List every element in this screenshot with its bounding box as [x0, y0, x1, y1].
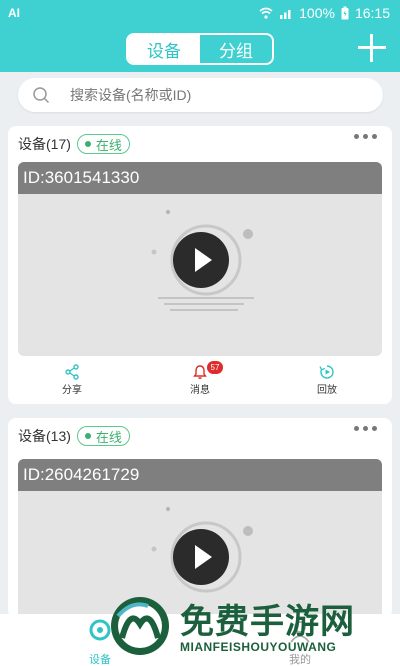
- tab-devices[interactable]: 设备: [128, 35, 200, 63]
- device-actions: 分享 57 消息 回放: [8, 361, 392, 404]
- search-icon: [33, 87, 50, 104]
- more-options-icon[interactable]: [354, 134, 378, 144]
- battery-percent: 100%: [299, 5, 335, 21]
- play-button[interactable]: [173, 529, 229, 585]
- device-card-header: 设备(17) 在线: [18, 132, 130, 156]
- wifi-icon: [259, 7, 273, 19]
- device-title: 设备(17): [18, 136, 71, 152]
- status-time: 16:15: [354, 5, 390, 21]
- online-dot-icon: [84, 433, 91, 439]
- status-badge: 在线: [76, 134, 130, 154]
- share-button[interactable]: 分享: [42, 364, 102, 396]
- device-id-label: ID:2604261729: [18, 459, 382, 491]
- device-id-label: ID:3601541330: [18, 162, 382, 194]
- status-bar: AI 100% 16:15: [0, 0, 400, 28]
- search-input[interactable]: [70, 78, 370, 112]
- watermark-subtext: MIANFEISHOUYOUWANG: [180, 640, 337, 654]
- bell-icon: [193, 365, 207, 379]
- share-label: 分享: [62, 385, 82, 396]
- watermark-text: 免费手游网: [180, 602, 355, 642]
- messages-button[interactable]: 57 消息: [170, 361, 230, 396]
- add-device-button[interactable]: [358, 34, 386, 62]
- status-label: 在线: [95, 137, 122, 153]
- online-dot-icon: [84, 141, 91, 147]
- status-badge: 在线: [76, 426, 130, 446]
- playback-icon: [319, 365, 334, 379]
- device-card: 设备(17) 在线 ID:3601541330 分享 57 消息 回放: [8, 126, 392, 404]
- search-bar: [18, 78, 383, 112]
- battery-icon: [341, 6, 349, 20]
- device-card-header: 设备(13) 在线: [18, 424, 130, 448]
- share-icon: [65, 364, 79, 380]
- status-right: 100% 16:15: [259, 5, 390, 21]
- playback-button[interactable]: 回放: [297, 364, 357, 396]
- watermark: 免费手游网 MIANFEISHOUYOUWANG: [100, 588, 400, 666]
- watermark-logo-icon: [111, 597, 169, 655]
- messages-label: 消息: [190, 385, 210, 396]
- status-label: 在线: [95, 429, 122, 445]
- play-button[interactable]: [173, 232, 229, 288]
- more-options-icon[interactable]: [354, 426, 378, 436]
- device-title: 设备(13): [18, 428, 71, 444]
- view-switcher: 设备 分组: [126, 33, 274, 65]
- tab-groups[interactable]: 分组: [200, 35, 272, 63]
- message-count-badge: 57: [207, 361, 223, 374]
- status-app-label: AI: [8, 6, 20, 20]
- video-preview[interactable]: ID:3601541330: [18, 162, 382, 356]
- playback-label: 回放: [317, 385, 337, 396]
- signal-icon: [280, 10, 291, 19]
- top-header: AI 100% 16:15 设备 分组: [0, 0, 400, 72]
